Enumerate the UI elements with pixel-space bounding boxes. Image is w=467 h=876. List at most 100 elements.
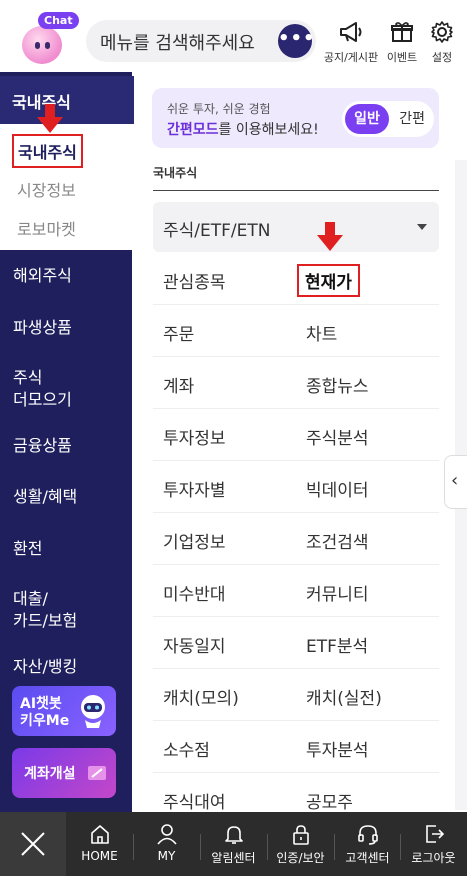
row-divider [153, 408, 439, 409]
nav-logout[interactable]: 로그아웃 [400, 812, 467, 876]
menu-auto-journal[interactable]: 자동일지 [163, 632, 226, 657]
lock-icon [292, 825, 309, 845]
row-divider [153, 668, 439, 669]
banner-title: 간편모드를 이용해보세요! [167, 119, 319, 139]
bot-eye [35, 42, 40, 49]
ai-chatbot-button[interactable]: AI챗봇 키우Me [12, 686, 116, 736]
headset-icon [357, 825, 378, 845]
menu-investment-analysis[interactable]: 투자분석 [306, 736, 369, 761]
menu-catch-mock[interactable]: 캐치(모의) [163, 684, 239, 709]
nav-my-label: MY [157, 849, 176, 863]
category-sidebar: 국내주식 국내주식 시장정보 로보마켓 해외주식 파생상품 주식 더모으기 금융… [0, 72, 134, 812]
close-menu-button[interactable] [0, 812, 66, 876]
domestic-stock-submenu: 국내주식 시장정보 로보마켓 [0, 124, 132, 250]
row-divider [153, 564, 439, 565]
chat-badge: Chat [38, 12, 79, 29]
product-type-dropdown[interactable]: 주식/ETF/ETN [153, 202, 439, 252]
row-divider [153, 720, 439, 721]
settings-label: 설정 [431, 51, 453, 64]
nav-home-label: HOME [81, 849, 118, 863]
menu-condition-search[interactable]: 조건검색 [306, 528, 369, 553]
menu-fractional[interactable]: 소수점 [163, 736, 210, 761]
more-button[interactable]: ••• [278, 24, 315, 58]
sidebar-item-financial-products[interactable]: 금융상품 [13, 435, 72, 457]
caret-down-icon [417, 224, 427, 230]
account-card-icon [88, 766, 106, 780]
sidebar-item-overseas-stock[interactable]: 해외주식 [13, 265, 72, 287]
ai-chatbot-label: AI챗봇 키우Me [20, 696, 70, 729]
notice-board-button[interactable]: 공지/게시판 [323, 20, 379, 65]
menu-investment-info[interactable]: 투자정보 [163, 424, 226, 449]
menu-stock-lending[interactable]: 주식대여 [163, 788, 226, 813]
submenu-market-info[interactable]: 시장정보 [17, 177, 76, 201]
row-divider [153, 356, 439, 357]
robot-icon [81, 695, 105, 728]
row-divider [153, 616, 439, 617]
bot-eye [45, 42, 50, 49]
menu-company-info[interactable]: 기업정보 [163, 528, 226, 553]
menu-stock-analysis[interactable]: 주식분석 [306, 424, 369, 449]
banner-title-rest: 를 이용해보세요! [218, 122, 319, 138]
chatbot-button[interactable]: Chat [14, 12, 79, 68]
menu-current-price[interactable]: 현재가 [297, 264, 360, 297]
open-account-label: 계좌개설 [24, 766, 76, 782]
nav-my[interactable]: MY [133, 812, 200, 876]
gift-icon [391, 22, 413, 42]
easy-mode-highlight: 간편모드 [167, 122, 219, 138]
red-arrow-icon [37, 104, 63, 133]
menu-account[interactable]: 계좌 [163, 372, 194, 397]
header: Chat 메뉴를 검색해주세요 ••• 공지/게시판 이벤트 설정 [0, 0, 467, 72]
home-icon [90, 825, 109, 844]
row-divider [153, 772, 439, 773]
dropdown-selected-value: 주식/ETF/ETN [163, 221, 271, 241]
open-account-button[interactable]: 계좌개설 [12, 748, 116, 798]
red-arrow-icon [317, 222, 343, 251]
menu-etf-analysis[interactable]: ETF분석 [306, 632, 368, 657]
sidebar-item-stock-savings[interactable]: 주식 더모으기 [13, 367, 72, 411]
menu-chart[interactable]: 차트 [306, 320, 337, 345]
mode-toggle[interactable]: 일반 간편 [342, 101, 434, 137]
toggle-easy-mode[interactable]: 간편 [399, 108, 425, 128]
sidebar-item-exchange[interactable]: 환전 [13, 538, 42, 560]
settings-button[interactable]: 설정 [414, 20, 467, 65]
sidebar-item-domestic-stock[interactable]: 국내주식 [0, 76, 134, 124]
submenu-robo-market[interactable]: 로보마켓 [17, 216, 76, 240]
sidebar-item-life-benefits[interactable]: 생활/혜택 [13, 486, 77, 508]
bottom-navigation: HOME MY 알림센터 인증/보안 고객센터 로그아웃 [0, 812, 467, 876]
row-divider [153, 512, 439, 513]
banner-subtitle: 쉬운 투자, 쉬운 경험 [167, 102, 271, 116]
menu-big-data[interactable]: 빅데이터 [306, 476, 369, 501]
user-icon [156, 824, 177, 845]
nav-customer-center[interactable]: 고객센터 [334, 812, 401, 876]
search-placeholder: 메뉴를 검색해주세요 [100, 33, 255, 54]
nav-alarm-center[interactable]: 알림센터 [200, 812, 267, 876]
logout-icon [425, 825, 444, 843]
menu-general-news[interactable]: 종합뉴스 [306, 372, 369, 397]
row-divider [153, 304, 439, 305]
toggle-normal-mode[interactable]: 일반 [345, 104, 389, 134]
chevron-left-icon: ‹ [451, 470, 459, 491]
menu-unpaid-reverse[interactable]: 미수반대 [163, 580, 226, 605]
menu-search-input[interactable]: 메뉴를 검색해주세요 ••• [86, 20, 316, 62]
side-panel-toggle[interactable]: ‹ [444, 455, 467, 509]
menu-by-investor[interactable]: 투자자별 [163, 476, 226, 501]
menu-catch-real[interactable]: 캐치(실전) [306, 684, 382, 709]
menu-watchlist[interactable]: 관심종목 [163, 268, 226, 293]
nav-customer-label: 고객센터 [345, 851, 390, 865]
row-divider [153, 460, 439, 461]
megaphone-icon [340, 22, 362, 42]
sidebar-item-derivatives[interactable]: 파생상품 [13, 317, 72, 339]
bell-icon [224, 826, 243, 844]
sidebar-item-loan-card-insurance[interactable]: 대출/ 카드/보험 [13, 588, 77, 632]
close-icon [21, 832, 45, 856]
submenu-domestic-stock[interactable]: 국내주식 [12, 134, 83, 168]
menu-ipo[interactable]: 공모주 [306, 788, 353, 813]
menu-order[interactable]: 주문 [163, 320, 194, 345]
section-title: 국내주식 [153, 166, 198, 180]
easy-mode-banner: 쉬운 투자, 쉬운 경험 간편모드를 이용해보세요! 일반 간편 [152, 88, 439, 148]
menu-community[interactable]: 커뮤니티 [306, 580, 369, 605]
sidebar-item-asset-banking[interactable]: 자산/뱅킹 [13, 656, 77, 678]
chatbot-avatar-icon [22, 26, 62, 64]
nav-home[interactable]: HOME [66, 812, 133, 876]
nav-auth-security[interactable]: 인증/보안 [267, 812, 334, 876]
